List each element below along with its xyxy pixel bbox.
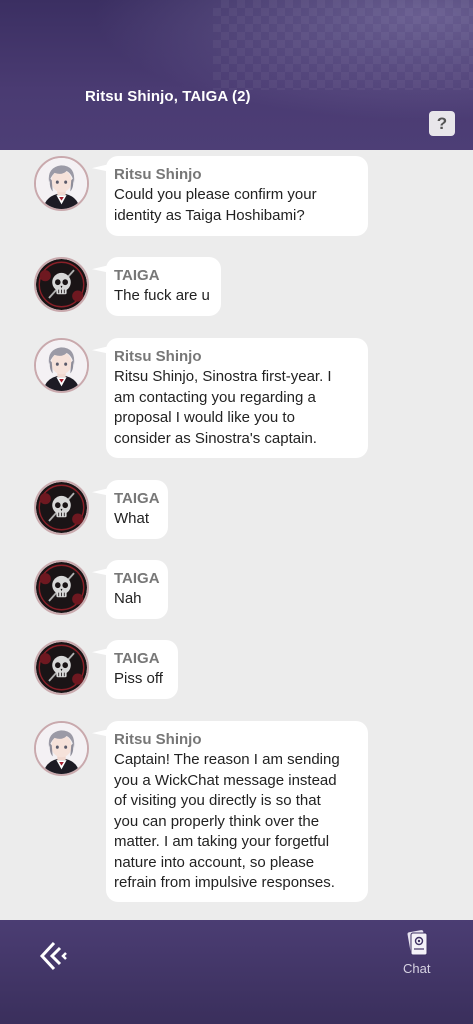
chat-cards-icon[interactable]	[402, 928, 432, 958]
message-bubble: TAIGA Piss off	[92, 640, 178, 699]
message-bubble: TAIGA The fuck are u	[92, 257, 221, 316]
message-text: Could you please confirm your identity a…	[114, 186, 317, 224]
message-bubble: Ritsu Shinjo Ritsu Shinjo, Sinostra firs…	[92, 338, 368, 458]
message-sender: Ritsu Shinjo	[114, 166, 202, 183]
message-bubble: TAIGA Nah	[92, 560, 168, 619]
message-sender: Ritsu Shinjo	[114, 348, 202, 365]
taiga-skull-avatar[interactable]	[34, 560, 89, 615]
message-sender: Ritsu Shinjo	[114, 731, 202, 748]
chat-header: Ritsu Shinjo, TAIGA (2) ?	[0, 0, 473, 150]
message-sender: TAIGA	[114, 490, 160, 507]
message-bubble: TAIGA What	[92, 480, 168, 539]
help-button[interactable]: ?	[429, 111, 455, 136]
message-bubble: Ritsu Shinjo Could you please confirm yo…	[92, 156, 368, 236]
message-text: Nah	[114, 590, 142, 607]
message-text: Ritsu Shinjo, Sinostra first-year. I am …	[114, 368, 332, 447]
message-text: What	[114, 510, 150, 527]
ritsu-avatar[interactable]	[34, 156, 89, 211]
chat-title: Ritsu Shinjo, TAIGA (2)	[85, 88, 251, 105]
chat-nav-label[interactable]: Chat	[403, 961, 430, 976]
message-bubble: Ritsu Shinjo Captain! The reason I am se…	[92, 721, 368, 902]
taiga-skull-avatar[interactable]	[34, 480, 89, 535]
ritsu-avatar[interactable]	[34, 338, 89, 393]
taiga-skull-avatar[interactable]	[34, 640, 89, 695]
message-list[interactable]: Ritsu Shinjo Could you please confirm yo…	[0, 150, 473, 920]
taiga-skull-avatar[interactable]	[34, 257, 89, 312]
message-text: The fuck are u	[114, 287, 210, 304]
message-sender: TAIGA	[114, 650, 160, 667]
header-pattern	[213, 0, 473, 90]
ritsu-avatar[interactable]	[34, 721, 89, 776]
back-arrow-icon[interactable]	[38, 940, 70, 972]
message-text: Captain! The reason I am sending you a W…	[114, 751, 340, 891]
message-text: Piss off	[114, 670, 163, 687]
message-sender: TAIGA	[114, 267, 160, 284]
message-sender: TAIGA	[114, 570, 160, 587]
